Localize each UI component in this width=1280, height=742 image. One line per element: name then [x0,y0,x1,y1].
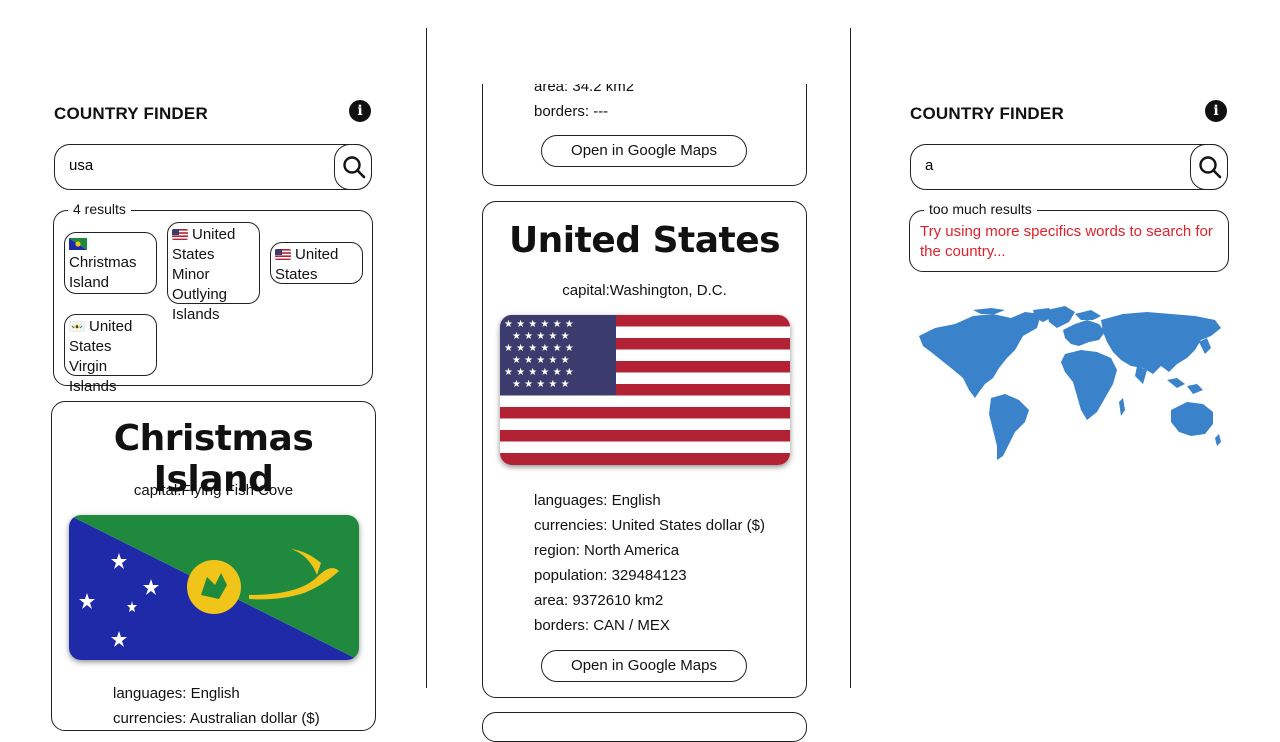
divider-left [426,28,427,688]
country-region: region: North America [534,542,680,559]
result-item[interactable]: United States Virgin Islands [64,314,157,395]
scroll-mask [470,28,820,84]
info-icon[interactable]: i [1205,100,1227,122]
search-icon [343,156,366,179]
country-capital: capital:Washington, D.C. [562,282,727,299]
country-population: population: 329484123 [534,567,687,584]
result-item-label: Christmas Island [69,254,137,291]
country-languages: languages: English [534,492,661,509]
country-languages: languages: English [113,685,240,702]
search-icon [1199,156,1222,179]
svg-text:★ ★ ★ ★ ★ ★: ★ ★ ★ ★ ★ ★ [504,343,574,354]
results-count: 4 results [68,201,131,217]
svg-text:★ ★ ★ ★ ★: ★ ★ ★ ★ ★ [512,331,570,342]
app-title: COUNTRY FINDER [54,104,208,123]
results-box: too much results Try using more specific… [909,201,1229,272]
google-maps-button[interactable]: Open in Google Maps [541,135,747,167]
country-card: Christmas Island capital:Flying Fish Cov… [51,401,376,731]
search-input[interactable] [925,157,1165,174]
result-item[interactable]: Christmas Island [64,232,157,294]
country-borders: borders: --- [534,103,609,120]
us-flag: ★ ★ ★ ★ ★ ★ ★ ★ ★ ★ ★ ★ ★ ★ ★ ★ ★ ★ ★ ★ … [500,315,790,465]
search-button[interactable] [334,144,372,190]
christmas-island-flag-icon [69,235,152,253]
svg-text:★ ★ ★ ★ ★: ★ ★ ★ ★ ★ [512,379,570,390]
us-flag-icon: ★ ★ ★ ★ ★ ★ ★ ★ ★ ★ ★ ★ ★ ★ ★ ★ ★ ★ ★ ★ … [500,315,790,465]
country-currencies: currencies: Australian dollar ($) [113,710,320,727]
google-maps-button[interactable]: Open in Google Maps [541,650,747,682]
us-flag-icon [172,229,188,240]
country-card: United States capital:Washington, D.C. ★… [482,201,807,698]
country-currencies: currencies: United States dollar ($) [534,517,765,534]
country-capital: capital:Flying Fish Cove [133,482,294,499]
divider-right [850,28,851,688]
country-name: United States [508,220,781,261]
country-card-next [482,712,807,742]
search-bar [54,144,372,190]
country-area: area: 9372610 km2 [534,592,664,609]
country-borders: borders: CAN / MEX [534,617,670,634]
usvi-flag-icon [69,321,85,332]
app-title: COUNTRY FINDER [910,104,1064,123]
results-box: 4 results Christmas Island United States… [53,201,373,395]
warning-message: Try using more specifics words to search… [920,223,1213,260]
result-item[interactable]: United States [270,242,363,284]
search-bar [910,144,1228,190]
christmas-island-flag [69,515,359,660]
svg-text:★ ★ ★ ★ ★ ★: ★ ★ ★ ★ ★ ★ [504,319,574,330]
search-button[interactable] [1190,144,1228,190]
christmas-island-flag-icon [69,515,359,660]
us-flag-icon [275,249,291,260]
svg-text:★ ★ ★ ★ ★: ★ ★ ★ ★ ★ [512,355,570,366]
world-map-icon [919,306,1221,460]
result-item[interactable]: United States Minor Outlying Islands [167,222,260,323]
result-item-label: United States Minor Outlying Islands [172,226,236,323]
svg-text:★ ★ ★ ★ ★ ★: ★ ★ ★ ★ ★ ★ [504,367,574,378]
info-icon[interactable]: i [349,100,371,122]
search-input[interactable] [69,157,309,174]
results-count: too much results [924,201,1037,217]
